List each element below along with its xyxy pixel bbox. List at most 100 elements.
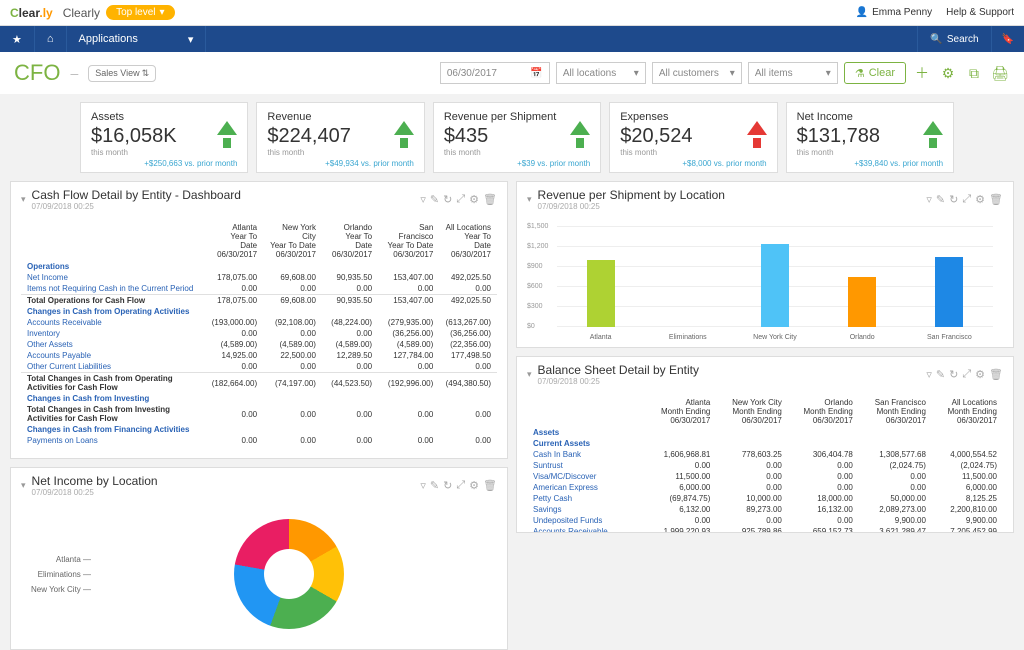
row-label[interactable]: Other Assets	[21, 339, 205, 350]
kpi-sub: this month	[620, 148, 766, 157]
row-label[interactable]: Changes in Cash from Investing	[21, 393, 205, 404]
refresh-icon[interactable]: ↻	[949, 368, 958, 381]
row-label[interactable]: Operations	[21, 261, 205, 272]
row-label[interactable]: Net Income	[21, 272, 205, 283]
gear-icon[interactable]: ⚙	[975, 368, 985, 381]
row-label[interactable]: Inventory	[21, 328, 205, 339]
cell: 6,000.00	[645, 482, 716, 493]
user-menu[interactable]: 👤 Emma Penny	[856, 7, 932, 18]
row-label[interactable]: Other Current Liabilities	[21, 361, 205, 373]
filter-icon[interactable]: ▿	[926, 368, 932, 381]
row-label[interactable]: Visa/MC/Discover	[527, 471, 645, 482]
gear-icon[interactable]: ⚙	[975, 193, 985, 206]
items-filter[interactable]: All items▾	[748, 62, 838, 84]
row-label[interactable]: American Express	[527, 482, 645, 493]
nav-home[interactable]: ⌂	[35, 26, 67, 52]
cell: 6,000.00	[932, 482, 1003, 493]
collapse-icon[interactable]: ▾	[21, 480, 26, 491]
bar[interactable]: New York City	[761, 227, 789, 327]
refresh-icon[interactable]: ↻	[443, 193, 452, 206]
copy-icon: ⧉	[969, 65, 979, 82]
kpi-card[interactable]: Assets $16,058K this month +$250,663 vs.…	[80, 102, 248, 173]
row-label[interactable]: Changes in Cash from Operating Activitie…	[21, 306, 205, 317]
expand-icon[interactable]: ⤢	[456, 479, 465, 492]
row-label[interactable]: Savings	[527, 504, 645, 515]
row-label[interactable]: Current Assets	[527, 438, 645, 449]
date-filter[interactable]: 06/30/2017📅	[440, 62, 550, 84]
print-button[interactable]: 🖨	[990, 63, 1010, 83]
row-label[interactable]: Changes in Cash from Financing Activitie…	[21, 424, 205, 435]
collapse-icon[interactable]: ▾	[527, 369, 532, 380]
kpi-card[interactable]: Revenue per Shipment $435 this month +$3…	[433, 102, 601, 173]
filter-icon[interactable]: ▿	[420, 479, 426, 492]
cell: 8,125.25	[932, 493, 1003, 504]
row-label[interactable]: Assets	[527, 427, 645, 438]
filter-icon[interactable]: ▿	[420, 193, 426, 206]
delete-icon[interactable]: 🗑	[989, 193, 1003, 206]
bar[interactable]: Atlanta	[587, 227, 615, 327]
cell: 178,075.00	[205, 295, 263, 307]
customers-filter[interactable]: All customers▾	[652, 62, 742, 84]
delete-icon[interactable]: 🗑	[483, 193, 497, 206]
nav-star[interactable]: ★	[0, 26, 35, 52]
edit-icon[interactable]: ✎	[936, 368, 945, 381]
calendar-icon: 📅	[530, 68, 542, 79]
delete-icon[interactable]: 🗑	[989, 368, 1003, 381]
row-label[interactable]: Accounts Payable	[21, 350, 205, 361]
chevron-down-icon: ▾	[634, 68, 639, 79]
bookmark-icon: 🔖	[1002, 34, 1014, 45]
locations-filter[interactable]: All locations▾	[556, 62, 646, 84]
collapse-icon[interactable]: ▾	[527, 194, 532, 205]
help-link[interactable]: Help & Support	[946, 7, 1014, 18]
settings-button[interactable]: ⚙	[938, 63, 958, 83]
table-row: Accounts Receivable(193,000.00)(92,108.0…	[21, 317, 497, 328]
row-label[interactable]: Petty Cash	[527, 493, 645, 504]
view-selector[interactable]: Sales View ⇅	[88, 65, 156, 82]
row-label[interactable]: Suntrust	[527, 460, 645, 471]
cell: (4,589.00)	[378, 339, 439, 350]
cell: 0.00	[716, 515, 788, 526]
bar[interactable]: Orlando	[848, 227, 876, 327]
kpi-label: Expenses	[620, 111, 766, 123]
edit-icon[interactable]: ✎	[936, 193, 945, 206]
expand-icon[interactable]: ⤢	[962, 368, 971, 381]
delete-icon[interactable]: 🗑	[483, 479, 497, 492]
cell	[788, 438, 859, 449]
clear-button[interactable]: ⚗ Clear	[844, 62, 906, 84]
row-label[interactable]: Accounts Receivable	[21, 317, 205, 328]
donut-legend: Atlanta —Eliminations —New York City —	[31, 549, 91, 600]
copy-button[interactable]: ⧉	[964, 63, 984, 83]
filter-icon: ⚗	[855, 67, 865, 80]
row-label[interactable]: Undeposited Funds	[527, 515, 645, 526]
table-row: Current Assets	[527, 438, 1003, 449]
collapse-icon[interactable]: ▾	[21, 194, 26, 205]
nav-bookmark[interactable]: 🔖	[991, 26, 1024, 52]
edit-icon[interactable]: ✎	[430, 479, 439, 492]
add-button[interactable]: ＋	[912, 63, 932, 83]
row-label[interactable]: Payments on Loans	[21, 435, 205, 446]
row-label[interactable]: Cash In Bank	[527, 449, 645, 460]
expand-icon[interactable]: ⤢	[962, 193, 971, 206]
row-label[interactable]: Accounts Receivable	[527, 526, 645, 532]
table-row: American Express6,000.000.000.000.006,00…	[527, 482, 1003, 493]
kpi-card[interactable]: Revenue $224,407 this month +$49,934 vs.…	[256, 102, 424, 173]
nav-applications[interactable]: Applications ▾	[67, 26, 207, 52]
home-icon: ⌂	[47, 33, 54, 45]
kpi-card[interactable]: Expenses $20,524 this month +$8,000 vs. …	[609, 102, 777, 173]
filter-icon[interactable]: ▿	[926, 193, 932, 206]
cell: (74,197.00)	[263, 373, 322, 394]
kpi-card[interactable]: Net Income $131,788 this month +$39,840 …	[786, 102, 954, 173]
refresh-icon[interactable]: ↻	[949, 193, 958, 206]
bar[interactable]: Eliminations	[674, 227, 702, 327]
cell: 0.00	[322, 361, 378, 373]
bar[interactable]: San Francisco	[935, 227, 963, 327]
gear-icon[interactable]: ⚙	[469, 479, 479, 492]
gear-icon[interactable]: ⚙	[469, 193, 479, 206]
cell: 0.00	[205, 328, 263, 339]
edit-icon[interactable]: ✎	[430, 193, 439, 206]
nav-search[interactable]: 🔍 Search	[917, 26, 990, 52]
refresh-icon[interactable]: ↻	[443, 479, 452, 492]
top-level-button[interactable]: Top level ▾	[106, 5, 175, 20]
row-label[interactable]: Items not Requiring Cash in the Current …	[21, 283, 205, 295]
expand-icon[interactable]: ⤢	[456, 193, 465, 206]
